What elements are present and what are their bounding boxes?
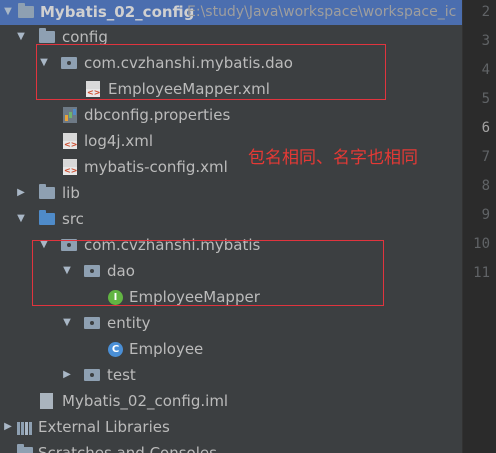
chevron-down-icon[interactable]: ▼ <box>15 24 27 50</box>
tree-row-src[interactable]: ▼ src <box>0 206 462 232</box>
xml-file-icon <box>63 159 77 175</box>
package-icon <box>84 317 100 329</box>
line-number: 9 <box>481 207 490 223</box>
line-number: 5 <box>481 91 490 107</box>
tree-label-iml: Mybatis_02_config.iml <box>62 392 229 410</box>
tree-label-entity: entity <box>107 314 151 332</box>
folder-icon <box>39 28 55 43</box>
tree-label-lib: lib <box>62 184 80 202</box>
line-number: 7 <box>481 149 490 165</box>
line-number: 4 <box>481 62 490 78</box>
xml-file-icon <box>63 133 77 149</box>
project-tree: ▼ Mybatis_02_config E:\study\Java\worksp… <box>0 0 462 453</box>
line-number-current: 6 <box>481 120 490 136</box>
tree-row-external-libraries[interactable]: ▶ External Libraries <box>0 414 462 440</box>
tree-label-test: test <box>107 366 136 384</box>
tree-row-test[interactable]: ▶ test <box>0 362 462 388</box>
source-folder-icon <box>39 210 55 225</box>
tree-row-employee[interactable]: C Employee <box>0 336 462 362</box>
highlight-box-config-package <box>36 44 386 100</box>
scratches-icon <box>17 444 33 453</box>
package-icon <box>84 369 100 381</box>
line-number: 11 <box>473 265 490 281</box>
module-file-icon <box>40 393 53 409</box>
line-number: 3 <box>481 33 490 49</box>
properties-file-icon <box>63 107 77 123</box>
editor-gutter: 2 3 4 5 6 7 8 9 10 11 <box>462 0 496 453</box>
tree-row-dbconfig[interactable]: dbconfig.properties <box>0 102 462 128</box>
tree-row-project-root[interactable]: ▼ Mybatis_02_config E:\study\Java\worksp… <box>0 0 462 25</box>
line-number: 10 <box>473 236 490 252</box>
tree-label-mybatis-config: mybatis-config.xml <box>84 158 228 176</box>
line-number: 8 <box>481 178 490 194</box>
tree-label-dbconfig: dbconfig.properties <box>84 106 231 124</box>
tree-label-scratches: Scratches and Consoles <box>38 444 217 453</box>
chevron-right-icon[interactable]: ▶ <box>15 180 27 206</box>
chevron-down-icon[interactable]: ▼ <box>61 310 73 336</box>
tree-label-employee: Employee <box>129 340 204 358</box>
project-name: Mybatis_02_config <box>40 3 195 21</box>
tree-row-lib[interactable]: ▶ lib <box>0 180 462 206</box>
tree-label-src: src <box>62 210 84 228</box>
folder-icon <box>39 184 55 199</box>
chevron-down-icon[interactable]: ▼ <box>15 206 27 232</box>
tree-row-entity[interactable]: ▼ entity <box>0 310 462 336</box>
annotation-text: 包名相同、名字也相同 <box>248 148 418 168</box>
chevron-down-icon[interactable]: ▼ <box>2 0 14 25</box>
chevron-right-icon[interactable]: ▶ <box>2 414 14 440</box>
tree-row-iml[interactable]: Mybatis_02_config.iml <box>0 388 462 414</box>
tree-label-log4j: log4j.xml <box>84 132 154 150</box>
libraries-icon <box>17 420 33 435</box>
module-folder-icon <box>18 3 34 18</box>
line-number: 2 <box>481 4 490 20</box>
highlight-box-src-package <box>32 240 384 306</box>
tree-row-scratches[interactable]: Scratches and Consoles <box>0 440 462 453</box>
project-path: E:\study\Java\workspace\workspace_ic <box>187 4 457 20</box>
chevron-right-icon[interactable]: ▶ <box>61 362 73 388</box>
class-icon: C <box>108 342 123 357</box>
tree-label-external-libraries: External Libraries <box>38 418 170 436</box>
